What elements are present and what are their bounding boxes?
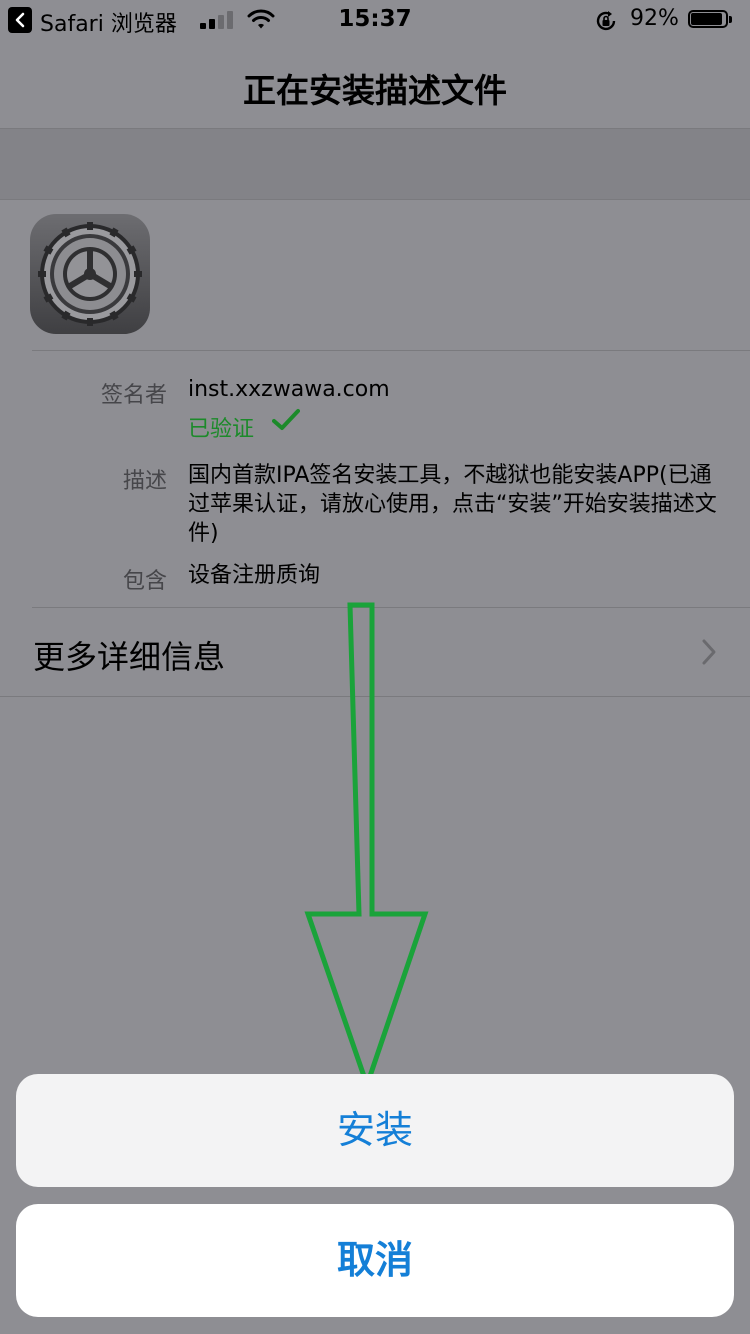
checkmark-icon [272,409,300,430]
contains-label: 包含 [122,569,167,594]
description-line: 国内首款IPA签名安装工具，不越狱也能安装APP(已通 [188,463,712,488]
status-bar: Safari 浏览器 15:37 92% [0,0,750,40]
divider [32,350,750,351]
description-line: 件) [188,521,219,546]
description-label: 描述 [122,469,167,494]
cancel-button[interactable]: 取消 [16,1204,734,1317]
description-value: 国内首款IPA签名安装工具，不越狱也能安装APP(已通 过苹果认证，请放心使用，… [188,461,733,548]
signer-value: inst.xxzwawa.com [188,377,390,402]
description-line: 过苹果认证，请放心使用，点击“安装”开始安装描述文 [188,492,717,517]
nav-bar: 正在安装描述文件 [0,40,750,129]
battery-percent: 92% [630,6,679,31]
orientation-lock-icon [596,11,616,31]
down-arrow-annotation [304,602,429,1093]
battery-icon [688,10,734,30]
section-spacer [0,129,750,200]
settings-gear-icon [30,214,150,334]
install-button[interactable]: 安装 [16,1074,734,1187]
signer-label: 签名者 [100,383,167,408]
more-details-row[interactable]: 更多详细信息 [33,632,225,678]
contains-value: 设备注册质询 [188,563,321,588]
verified-label: 已验证 [188,417,255,442]
page-title: 正在安装描述文件 [243,71,507,110]
battery-level-fill [691,13,722,25]
chevron-right-icon[interactable] [700,638,718,666]
